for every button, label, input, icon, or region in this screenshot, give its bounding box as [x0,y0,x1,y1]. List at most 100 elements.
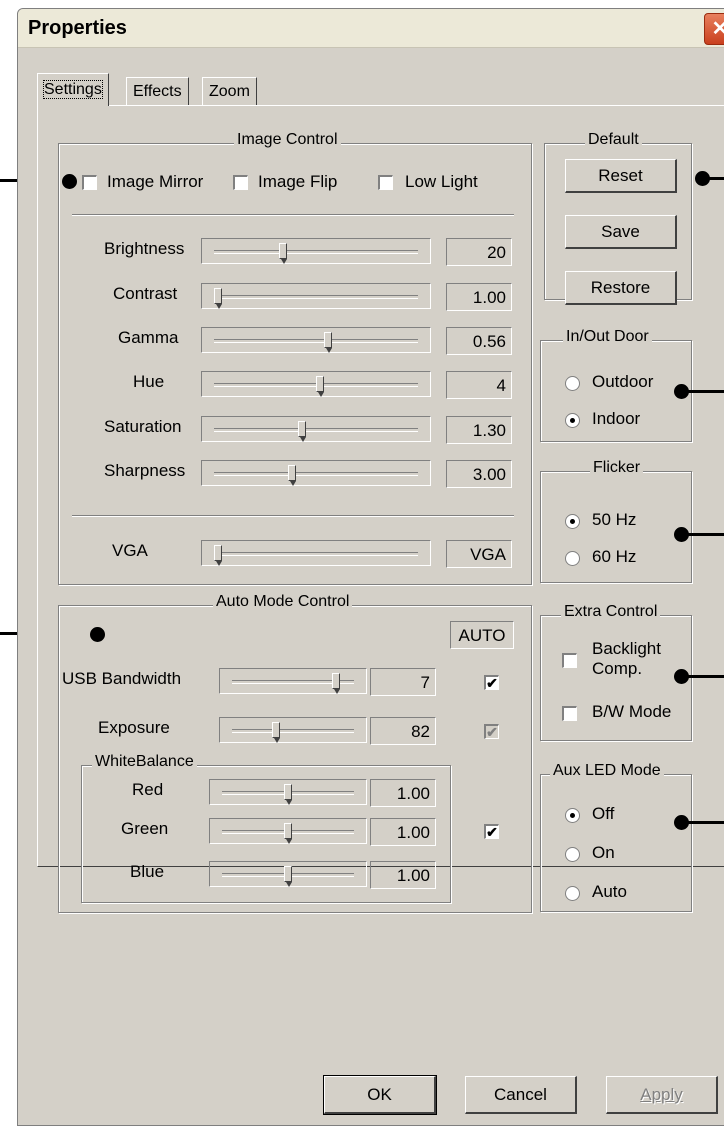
exposure-slider[interactable] [219,717,367,743]
wb-red-slider[interactable] [209,779,367,805]
aux-on-label: On [592,843,615,862]
vga-slider[interactable] [201,540,431,566]
hue-thumb[interactable] [315,376,324,397]
image-flip-checkbox[interactable] [233,175,248,190]
usb-bandwidth-auto-checkbox[interactable]: ✔ [484,675,499,690]
reset-button[interactable]: Reset [565,159,677,193]
brightness-slider[interactable] [201,238,431,264]
tab-settings[interactable]: Settings [37,73,109,106]
wb-blue-thumb[interactable] [284,866,292,887]
wb-green-thumb[interactable] [284,823,292,844]
sharpness-value: 3.00 [446,460,512,488]
backlight-label-line2: Comp. [592,659,643,678]
image-control-group [58,143,532,585]
saturation-value: 1.30 [446,416,512,444]
bw-mode-label: B/W Mode [592,702,672,721]
saturation-thumb[interactable] [298,421,307,442]
usb-bandwidth-slider[interactable] [219,668,367,694]
brightness-label: Brightness [104,239,185,258]
bw-mode-checkbox[interactable] [562,706,577,721]
wb-green-value: 1.00 [370,818,436,846]
backlight-label-line1: Backlight [592,639,661,658]
callout-line-flicker [681,533,724,536]
contrast-value: 1.00 [446,283,512,311]
usb-bandwidth-value: 7 [370,668,436,696]
callout-line-aux-led [681,821,724,824]
gamma-slider[interactable] [201,327,431,353]
apply-button[interactable]: Apply [606,1076,718,1114]
60hz-radio[interactable] [565,551,580,566]
extra-control-legend: Extra Control [561,603,661,621]
default-legend: Default [585,131,642,149]
auto-mode-legend: Auto Mode Control [213,593,353,611]
aux-off-radio[interactable] [565,808,580,823]
callout-line-extra-control [681,675,724,678]
save-button[interactable]: Save [565,215,677,249]
image-flip-label: Image Flip [258,172,338,191]
inout-door-legend: In/Out Door [563,328,652,346]
cancel-button[interactable]: Cancel [465,1076,577,1114]
auto-column-header: AUTO [450,621,514,649]
contrast-slider[interactable] [201,283,431,309]
contrast-thumb[interactable] [214,288,222,309]
image-mirror-label: Image Mirror [107,172,204,191]
ok-button[interactable]: OK [323,1075,437,1115]
outdoor-radio[interactable] [565,376,580,391]
tab-effects[interactable]: Effects [126,77,189,106]
indoor-label: Indoor [592,409,641,428]
aux-off-label: Off [592,804,615,823]
restore-button[interactable]: Restore [565,271,677,305]
callout-dot-auto-mode [90,627,105,642]
window-title: Properties [28,17,127,39]
usb-bandwidth-label: USB Bandwidth [62,669,182,688]
indoor-radio[interactable] [565,413,580,428]
wb-blue-slider[interactable] [209,861,367,887]
brightness-value: 20 [446,238,512,266]
usb-bandwidth-thumb[interactable] [332,673,341,694]
aux-on-radio[interactable] [565,847,580,862]
gamma-value: 0.56 [446,327,512,355]
image-control-separator [72,214,514,216]
low-light-checkbox[interactable] [378,175,393,190]
aux-auto-radio[interactable] [565,886,580,901]
60hz-label: 60 Hz [592,547,637,566]
exposure-auto-checkbox[interactable]: ✔ [484,724,499,739]
gamma-label: Gamma [118,328,179,347]
wb-green-label: Green [121,819,169,838]
hue-label: Hue [133,372,165,391]
wb-red-value: 1.00 [370,779,436,807]
wb-green-slider[interactable] [209,818,367,844]
exposure-thumb[interactable] [271,722,280,743]
hue-slider[interactable] [201,371,431,397]
gamma-thumb[interactable] [323,332,332,353]
sharpness-slider[interactable] [201,460,431,486]
properties-dialog: Properties ✕ Settings Effects Zoom Image… [17,8,724,1126]
vga-thumb[interactable] [214,545,222,566]
wb-red-thumb[interactable] [284,784,292,805]
wb-red-label: Red [132,780,164,799]
close-button[interactable]: ✕ [704,13,724,45]
backlight-checkbox[interactable] [562,653,577,668]
callout-dot-image-control [62,174,77,189]
vga-separator [72,515,514,517]
brightness-thumb[interactable] [278,243,287,264]
outdoor-label: Outdoor [592,372,654,391]
50hz-label: 50 Hz [592,510,637,529]
image-control-legend: Image Control [234,131,341,149]
saturation-label: Saturation [104,417,182,436]
50hz-radio[interactable] [565,514,580,529]
contrast-label: Contrast [113,284,178,303]
white-balance-auto-checkbox[interactable]: ✔ [484,824,499,839]
image-mirror-checkbox[interactable] [82,175,97,190]
white-balance-legend: WhiteBalance [92,753,197,771]
flicker-legend: Flicker [590,459,644,477]
callout-line-default [702,177,724,180]
vga-value: VGA [446,540,512,568]
exposure-value: 82 [370,717,436,745]
title-bar: Properties ✕ [18,9,724,48]
tab-settings-label: Settings [43,80,103,99]
sharpness-thumb[interactable] [288,465,297,486]
tab-zoom[interactable]: Zoom [202,77,257,106]
saturation-slider[interactable] [201,416,431,442]
aux-led-legend: Aux LED Mode [550,762,664,780]
